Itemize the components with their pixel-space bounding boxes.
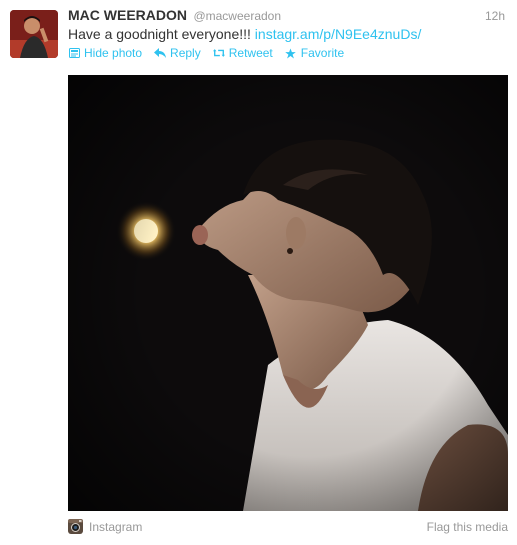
- avatar[interactable]: [10, 10, 58, 58]
- favorite-button[interactable]: Favorite: [285, 46, 344, 60]
- user-screenname[interactable]: @macweeradon: [193, 9, 281, 23]
- tweet-text: Have a goodnight everyone!!! instagr.am/…: [68, 26, 421, 42]
- tweet-body: Have a goodnight everyone!!!: [68, 26, 251, 42]
- hide-photo-button[interactable]: Hide photo: [68, 46, 142, 60]
- photo-icon: [68, 47, 80, 59]
- tweet-actions: Hide photo Reply Retweet Favorite: [68, 46, 344, 60]
- flag-media-link[interactable]: Flag this media: [427, 520, 508, 534]
- reply-button[interactable]: Reply: [154, 46, 201, 60]
- user-fullname[interactable]: MAC WEERADON: [68, 7, 187, 23]
- photo-image: [68, 75, 508, 511]
- star-icon: [285, 47, 297, 59]
- favorite-label: Favorite: [300, 46, 345, 60]
- reply-arrow-icon: [154, 47, 167, 59]
- provider-label: Instagram: [89, 519, 143, 534]
- avatar-image: [10, 10, 58, 58]
- tweet-timestamp[interactable]: 12h: [485, 9, 505, 23]
- tweet-card: MAC WEERADON @macweeradon 12h Have a goo…: [0, 0, 517, 545]
- retweet-icon: [212, 47, 225, 59]
- retweet-button[interactable]: Retweet: [212, 46, 273, 60]
- tweet-link[interactable]: instagr.am/p/N9Ee4znuDs/: [255, 26, 422, 42]
- media-footer: Instagram Flag this media: [68, 519, 508, 535]
- hide-photo-label: Hide photo: [84, 46, 143, 60]
- reply-label: Reply: [170, 46, 201, 60]
- instagram-camera-icon: [68, 519, 83, 534]
- tweet-header: MAC WEERADON @macweeradon 12h: [68, 7, 505, 25]
- retweet-label: Retweet: [228, 46, 273, 60]
- tweet-photo[interactable]: [68, 75, 508, 511]
- media-provider[interactable]: Instagram: [68, 519, 142, 534]
